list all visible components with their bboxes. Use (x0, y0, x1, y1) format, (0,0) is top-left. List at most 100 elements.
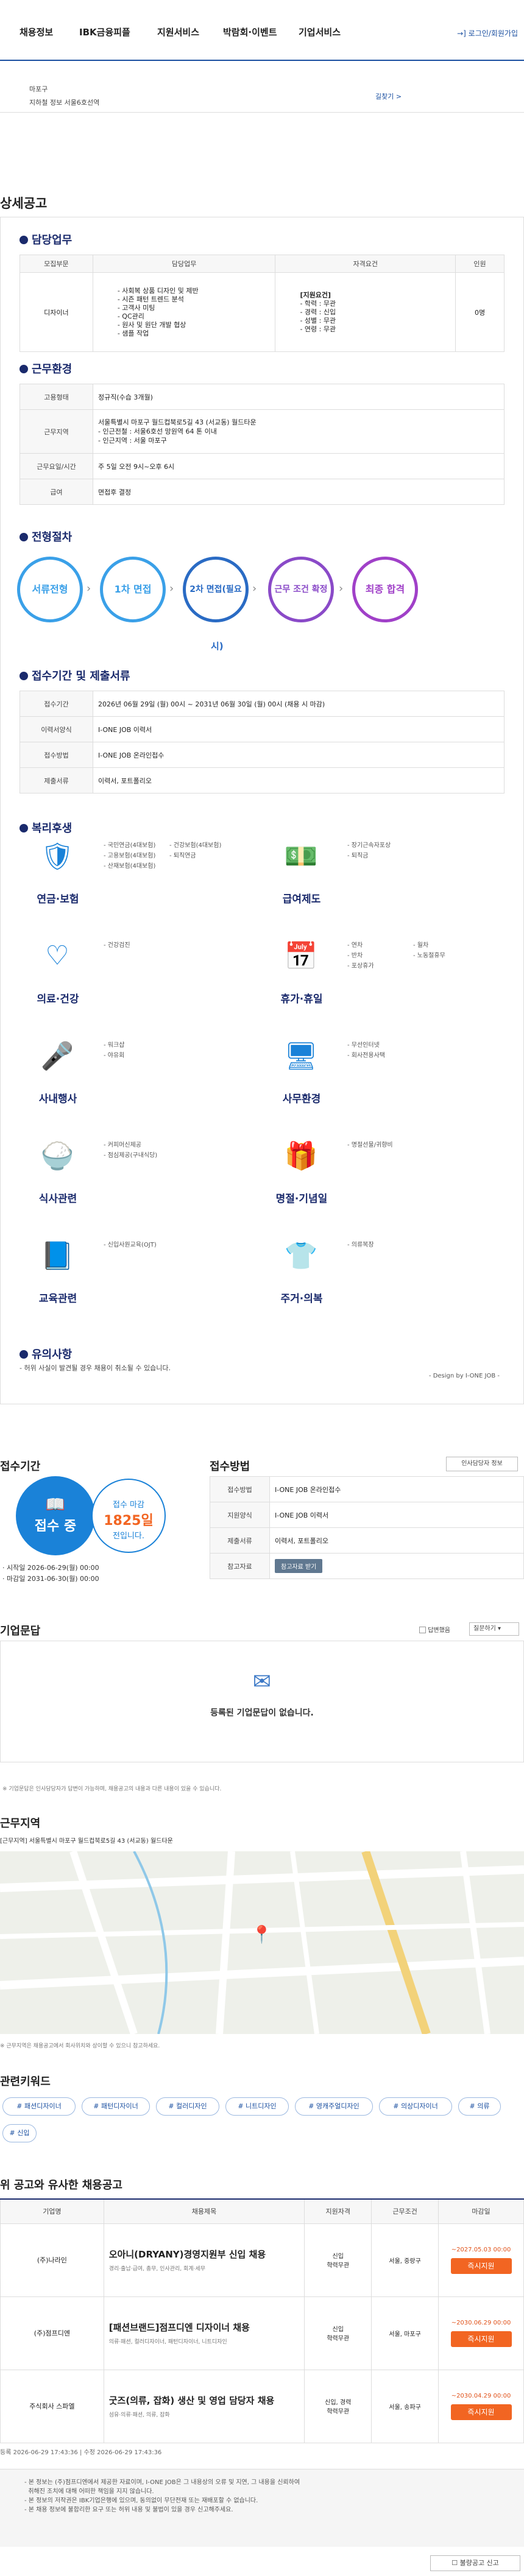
nav-item-company[interactable]: 기업서비스 (299, 26, 341, 38)
benefit-item: - 퇴직금 (347, 853, 369, 859)
reference-download-button[interactable]: 참고자료 받기 (275, 1559, 323, 1573)
step-interview-2: 2차 면접(필요 (183, 557, 249, 622)
benefit-label: 연금·보험 (37, 893, 79, 906)
process-heading: 전형절차 (19, 529, 72, 544)
benefit-item: - 건강검진 (104, 942, 130, 949)
top-nav: 채용정보 IBK금융피플 지원서비스 박람회·이벤트 기업서비스 →] 로그인/… (0, 0, 524, 61)
calendar-icon: 📅 (284, 941, 318, 972)
similar-table: 기업명 채용제목 지원자격 근무조건 마감일 (주)나라인 오아니(DRYANY)… (0, 2198, 524, 2443)
bullet-icon (19, 824, 28, 832)
benefit-item: - 워크샵 (104, 1042, 125, 1049)
money-icon: 💵 (284, 841, 318, 872)
report-button[interactable]: ☐ 불량공고 신고 (430, 2555, 520, 2571)
table-row[interactable]: (주)나라인 오아니(DRYANY)경영지원부 신입 채용 경리·출납·급여, 총무… (0, 2223, 524, 2297)
benefit-item: - 월차 (413, 942, 429, 949)
bullet-icon (19, 236, 28, 244)
step-document: 서류전형 (17, 557, 83, 622)
nav-item-events[interactable]: 박람회·이벤트 (223, 26, 277, 38)
job-title-cell[interactable]: 오아니(DRYANY)경영지원부 신입 채용 경리·출납·급여, 총무, 인사관리… (103, 2223, 305, 2297)
bullet-icon (19, 365, 28, 373)
keyword-tag[interactable]: # 의류 (458, 2097, 501, 2116)
qna-title: 기업문답 (0, 1625, 41, 1638)
bullet-icon (19, 533, 28, 541)
report-icon: ☐ (451, 2559, 458, 2567)
env-heading: 근무환경 (19, 361, 72, 376)
keyword-tag[interactable]: # 패턴디자이너 (82, 2097, 150, 2116)
work-condition: 서울, 중랑구 (371, 2223, 439, 2297)
location-title: 근무지역 (0, 1817, 41, 1830)
benefit-item: - 명절선물/귀향비 (347, 1142, 393, 1149)
company-name[interactable]: 주식회사 스파엘 (0, 2369, 104, 2443)
qualification: 신입, 경력 학력무관 (304, 2369, 372, 2443)
table-row[interactable]: 주식회사 스파엘 굿즈(의류, 잡화) 생산 및 영업 담당자 채용 섬유·의류·패… (0, 2369, 524, 2443)
map[interactable]: 📍 (0, 1851, 524, 2034)
map-pin-icon: 📍 (251, 1924, 272, 1944)
keyword-tag[interactable]: # 패션디자이너 (2, 2097, 76, 2116)
keyword-tag[interactable]: # 의상디자이너 (379, 2097, 452, 2116)
benefit-item: - 장기근속자포상 (347, 842, 391, 849)
mail-icon: ✉ (252, 1669, 272, 1694)
rice-bowl-icon: 🍚 (40, 1141, 74, 1172)
apply-now-button[interactable]: 즉시지원 (450, 2331, 512, 2347)
arrow-right-icon: › (339, 582, 344, 595)
top-box-subway: 지하철 정보 서울6호선역 (29, 99, 100, 107)
company-name[interactable]: (주)점프디엔 (0, 2296, 104, 2370)
nav-item-ibk-people[interactable]: IBK금융피플 (79, 26, 130, 38)
nav-item-support[interactable]: 지원서비스 (157, 26, 199, 38)
apply-end: · 마감일 2031-06-30(월) 00:00 (2, 1575, 99, 1583)
qualification: 신입 학력무관 (304, 2296, 372, 2370)
qualification: 신입 학력무관 (304, 2223, 372, 2297)
hr-contact-button[interactable]: 인사담당자 정보 (446, 1457, 518, 1471)
keyword-tag[interactable]: # 신입 (2, 2124, 37, 2142)
due-cell: ~2030.06.29 00:00 즉시지원 (438, 2296, 524, 2370)
summary-box: 마포구 지하철 정보 서울6호선역 길찾기 > (0, 61, 524, 113)
status-badge: 📖 접수 중 (16, 1476, 95, 1555)
period-heading: 접수기간 및 제출서류 (19, 667, 130, 683)
keyword-tag[interactable]: # 컬러디자인 (156, 2097, 219, 2116)
apply-start: · 시작일 2026-06-29(월) 00:00 (2, 1564, 99, 1572)
qna-select[interactable]: 질문하기 ▾ (469, 1622, 519, 1636)
duty-table: 모집부문 담당업무 자격요건 인원 디자이너 - 사회복 상품 디자인 및 제반… (19, 255, 505, 352)
job-title-cell[interactable]: 굿즈(의류, 잡화) 생산 및 영업 담당자 채용 섬유·의류·패션, 의류, 잡… (103, 2369, 305, 2443)
apply-now-button[interactable]: 즉시지원 (450, 2258, 512, 2274)
book-icon: 📖 (45, 1496, 66, 1514)
apply-now-button[interactable]: 즉시지원 (450, 2404, 512, 2420)
directions-link[interactable]: 길찾기 > (375, 91, 402, 101)
nav-item-jobs[interactable]: 채용정보 (19, 26, 53, 38)
registered-date: 등록 2026-06-29 17:43:36 | 수정 2026-06-29 1… (0, 2449, 162, 2456)
period-table: 접수기간 2026년 06월 29일 (월) 00시 ~ 2031년 06월 30… (19, 691, 505, 794)
heart-pulse-icon: ♡ (45, 940, 69, 971)
table-row[interactable]: (주)점프디엔 [패션브랜드]점프디엔 디자이너 채용 의류·패션, 컬러디자이너,… (0, 2296, 524, 2370)
answered-checkbox[interactable]: 답변했음 (419, 1625, 450, 1634)
apply-method-table: 접수방법 I-ONE JOB 온라인접수 지원양식 I-ONE JOB 이력서 제출… (210, 1476, 524, 1579)
benefit-item: - 야유회 (104, 1052, 125, 1059)
apply-method-title: 접수방법 (210, 1460, 250, 1473)
map-note: ※ 근무지역은 채용공고에서 회사위치와 상이할 수 있으니 참고하세요. (0, 2043, 160, 2049)
env-table: 고용형태 정규직(수습 3개월) 근무지역 서울특별시 마포구 월드컵북로5길 43… (19, 384, 505, 505)
keyword-tag[interactable]: # 영캐주얼디자인 (295, 2097, 373, 2116)
qna-empty-box: ✉ 등록된 기업문답이 없습니다. (0, 1641, 524, 1762)
benefit-item: - 반차 (347, 952, 363, 959)
benefit-item: - 고용보험(4대보험) (104, 853, 156, 859)
due-cell: ~2027.05.03 00:00 즉시지원 (438, 2223, 524, 2297)
book-icon: 📘 (40, 1240, 74, 1272)
keyword-tag[interactable]: # 니트디자인 (225, 2097, 289, 2116)
job-title-cell[interactable]: [패션브랜드]점프디엔 디자이너 채용 의류·패션, 컬러디자이너, 패턴디자이너… (103, 2296, 305, 2370)
company-name[interactable]: (주)나라인 (0, 2223, 104, 2297)
benefit-label: 사무환경 (282, 1093, 321, 1105)
benefit-label: 주거·의복 (280, 1293, 323, 1305)
step-conditions: 근무 조건 확정 (268, 557, 334, 622)
login-icon: →] (457, 29, 466, 38)
arrow-right-icon: › (169, 582, 174, 595)
benefit-label: 의료·건강 (37, 993, 79, 1005)
login-link[interactable]: →] 로그인/회원가입 (457, 28, 518, 38)
benefit-item: - 연차 (347, 942, 363, 949)
step-final: 최종 합격 (352, 557, 418, 622)
benefits-heading: 복리후생 (19, 820, 72, 836)
duty-quals: [지원요건] - 학력 : 무관 - 경력 : 신입 - 성별 : 무관 - 연령 : … (275, 272, 456, 352)
benefit-item: - 무선인터넷 (347, 1042, 380, 1049)
monitor-icon: 🖥 (284, 1041, 318, 1072)
benefit-item: - 회사전용사택 (347, 1052, 385, 1059)
top-box-line: 마포구 (29, 85, 48, 93)
benefit-label: 식사관련 (38, 1193, 77, 1205)
